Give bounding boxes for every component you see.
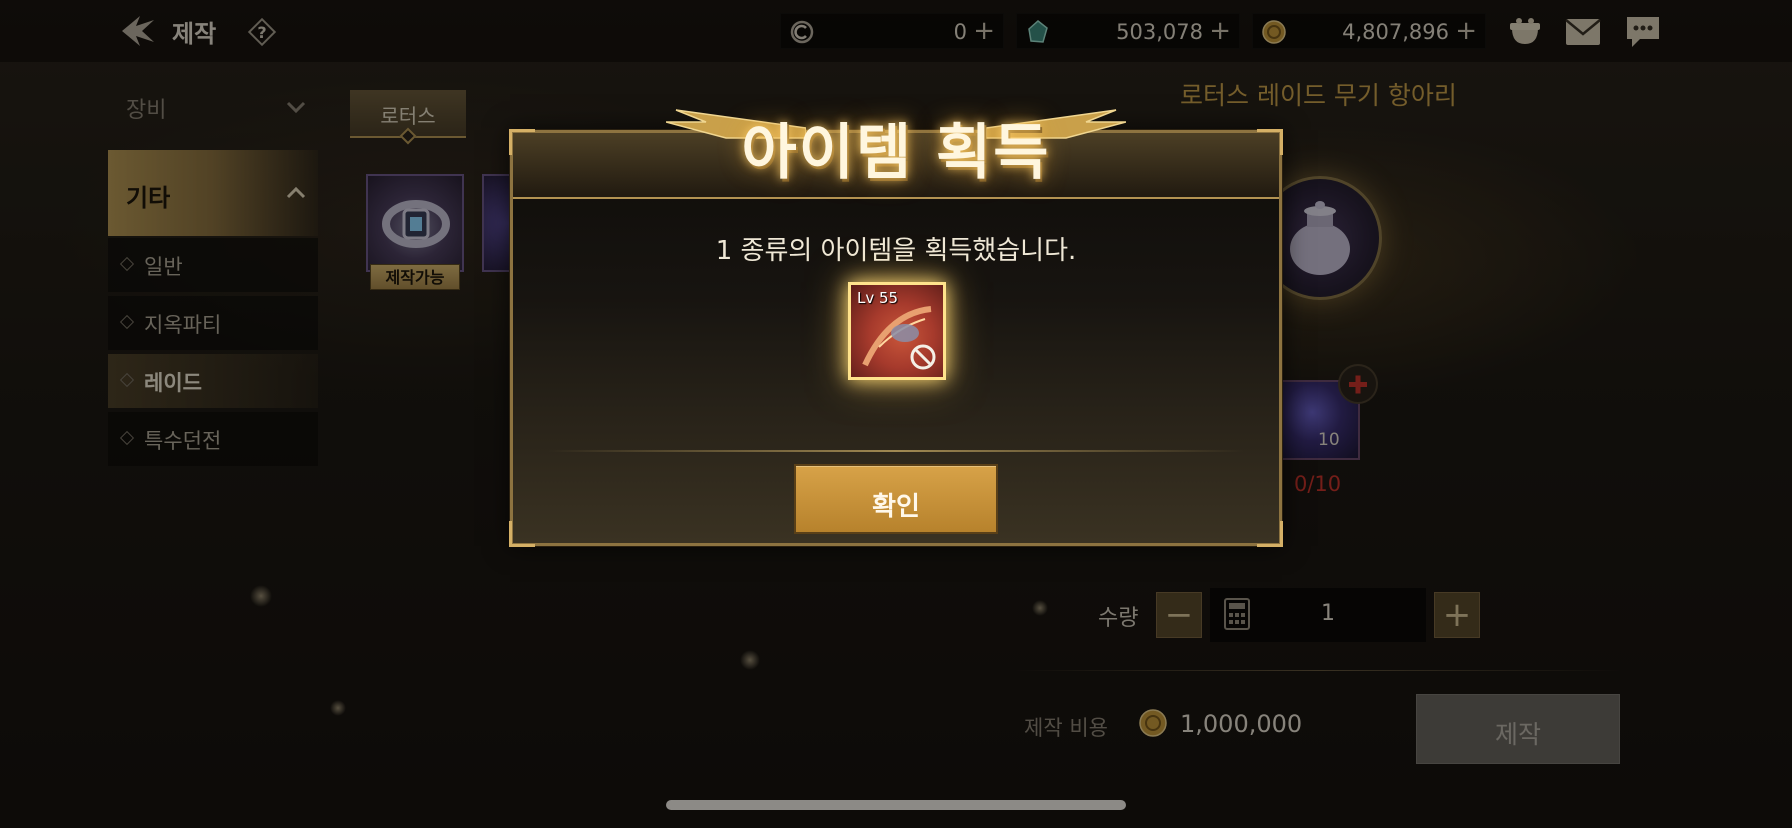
confirm-button-label: 확인 — [872, 492, 920, 522]
dialog-divider — [548, 450, 1244, 452]
frame-corner — [1257, 521, 1283, 547]
dialog-message: 1 종류의 아이템을 획득했습니다. — [715, 236, 1077, 266]
dialog-title: 아이템 획득 — [741, 118, 1051, 188]
reward-item[interactable]: Lv 55 — [848, 282, 946, 380]
confirm-button[interactable]: 확인 — [794, 464, 998, 534]
reward-level: Lv 55 — [857, 289, 899, 307]
prohibited-icon — [910, 344, 936, 370]
frame-corner — [509, 521, 535, 547]
home-indicator[interactable] — [666, 800, 1126, 810]
